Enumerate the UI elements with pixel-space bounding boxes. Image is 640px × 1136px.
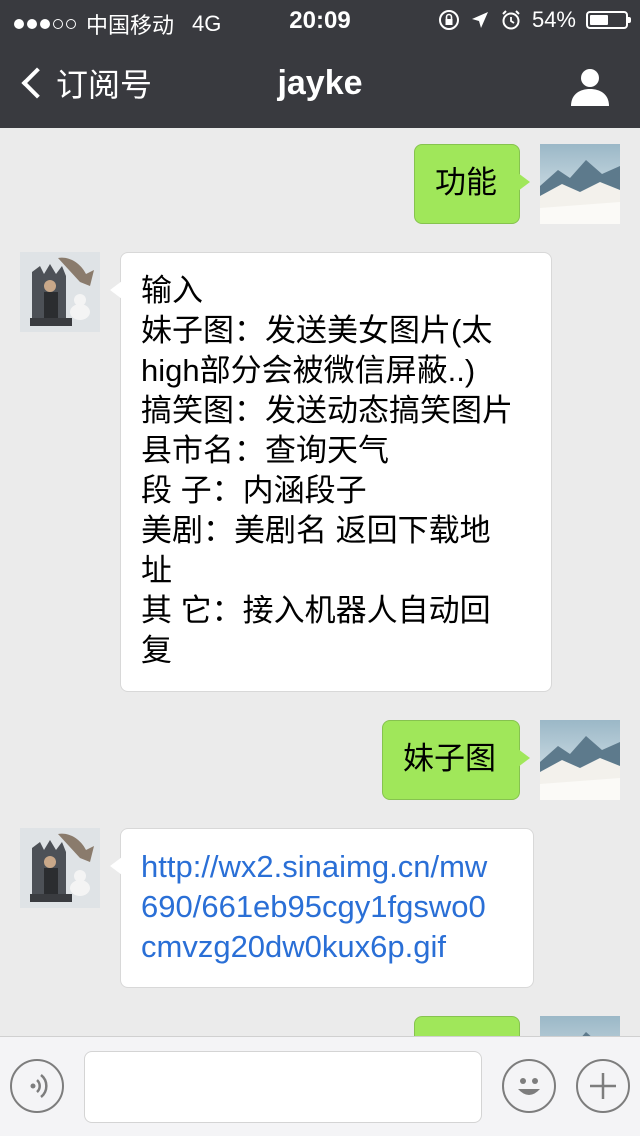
emoji-icon xyxy=(518,1078,540,1095)
voice-icon xyxy=(30,1074,48,1098)
my-avatar[interactable] xyxy=(540,144,620,224)
back-label: 订阅号 xyxy=(56,67,153,103)
link-line[interactable]: 690/661eb95cgy1fgswo0 xyxy=(141,887,513,927)
my-avatar[interactable] xyxy=(540,720,620,800)
location-icon xyxy=(471,12,488,28)
contact-avatar[interactable] xyxy=(20,828,100,908)
message-line: 其 它：接入机器人自动回 xyxy=(141,593,491,628)
contact-avatar[interactable] xyxy=(20,252,100,332)
message-bubble[interactable]: 输入 妹子图：发送美女图片(太 high部分会被微信屏蔽..) 搞笑图：发送动态… xyxy=(110,252,552,692)
chat-area[interactable]: 功能 输入 妹子图：发送美女图片(太 high部分会被微信屏蔽..) 搞笑图：发… xyxy=(0,128,640,1036)
message-bubble[interactable]: 功能 xyxy=(414,144,530,224)
message-line: 妹子图：发送美女图片(太 xyxy=(141,313,493,348)
person-icon[interactable] xyxy=(568,66,612,106)
back-button[interactable]: 订阅号 xyxy=(18,60,152,106)
status-bar: 中国移动 4G 20:09 54% xyxy=(0,0,640,40)
link-line[interactable]: http://wx2.sinaimg.cn/mw xyxy=(141,847,513,887)
message-bubble[interactable]: 妹子图 xyxy=(382,720,530,800)
message-line: 美剧：美剧名 返回下载地 xyxy=(141,513,491,548)
message-line: 址 xyxy=(141,553,172,588)
orientation-lock-icon xyxy=(438,10,459,30)
input-bar xyxy=(0,1036,640,1136)
status-right: 54% xyxy=(438,7,631,33)
message-text: 妹子图 xyxy=(403,741,496,776)
message-line: 段 子：内涵段子 xyxy=(141,473,367,508)
message-line: 复 xyxy=(141,633,172,668)
message-text: 功能 xyxy=(435,165,497,200)
nav-bar: 订阅号 jayke xyxy=(0,40,640,128)
more-button[interactable] xyxy=(576,1059,630,1113)
emoji-button[interactable] xyxy=(502,1059,556,1113)
message-line: 县市名：查询天气 xyxy=(141,433,389,468)
my-avatar[interactable] xyxy=(540,1016,620,1036)
battery-icon xyxy=(586,11,631,29)
battery-level xyxy=(590,15,608,25)
battery-percent: 54% xyxy=(531,7,576,32)
message-line: high部分会被微信屏蔽..) xyxy=(141,353,476,388)
voice-button[interactable] xyxy=(10,1059,64,1113)
message-bubble[interactable] xyxy=(414,1016,520,1036)
message-input[interactable] xyxy=(84,1051,482,1123)
link-line[interactable]: cmvzg20dw0kux6p.gif xyxy=(141,927,513,967)
message-bubble[interactable]: http://wx2.sinaimg.cn/mw 690/661eb95cgy1… xyxy=(110,828,534,988)
plus-icon xyxy=(590,1073,616,1099)
alarm-icon xyxy=(502,10,520,30)
message-line: 搞笑图：发送动态搞笑图片 xyxy=(141,393,513,428)
top-bar: 中国移动 4G 20:09 54% 订阅号 jayke xyxy=(0,0,640,128)
chevron-left-icon xyxy=(21,67,53,99)
message-line: 输入 xyxy=(141,273,203,308)
